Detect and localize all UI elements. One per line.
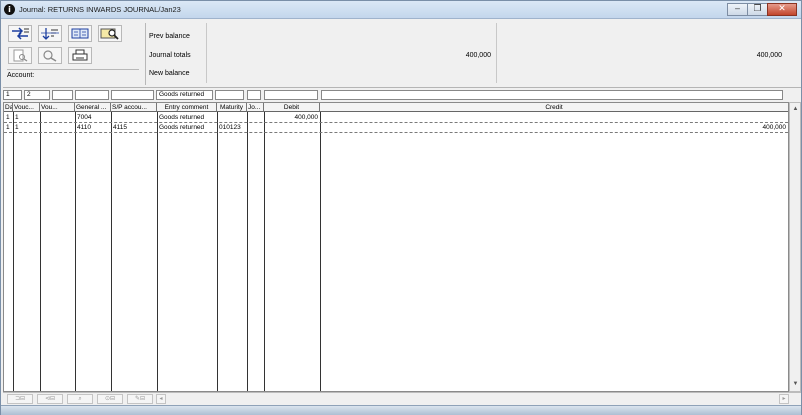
columns-button[interactable] [68,25,92,42]
journal-totals-debit: 400,000 [465,52,491,59]
scroll-up-icon[interactable]: ▲ [791,105,800,114]
column-divider [264,112,265,391]
find-document-icon [13,49,28,62]
cell-sp-account[interactable]: 4115 [111,123,157,132]
bottom-toolbar: ⊐⊟ ⊲⊟ ⌕ ⊙⊟ ✎⊟ ◂ ▸ [3,392,801,404]
account-label: Account: [7,72,35,79]
column-divider [111,112,112,391]
find-icon [43,50,57,62]
print-icon [72,49,88,61]
entry-sp-account-input[interactable] [111,90,154,100]
account-divider [7,69,139,70]
cell-day[interactable]: 1 [4,113,13,122]
column-header-debit[interactable]: Debit [264,103,320,112]
cell-voucher-type[interactable] [40,113,75,122]
sort-icon [41,28,59,40]
find-document-button[interactable] [8,47,32,64]
cell-general-account[interactable]: 7004 [75,113,111,122]
sort-button[interactable] [38,25,62,42]
column-header-maturity[interactable]: Maturity [217,103,247,112]
column-header-entry-comment[interactable]: Entry comment [157,103,217,112]
header-separator [3,87,801,88]
column-header-general-account[interactable]: General ... [75,103,111,112]
entry-credit-input[interactable] [321,90,783,100]
maximize-button[interactable]: ❐ [747,3,768,16]
journal-totals-credit: 400,000 [756,52,782,59]
summary-divider [145,23,146,85]
entry-jo-input[interactable] [247,90,261,100]
debit-summary-box [206,23,207,83]
row-separator [4,132,788,133]
cell-credit[interactable] [320,113,788,122]
entry-general-account-input[interactable] [75,90,109,100]
entry-maturity-input[interactable] [215,90,244,100]
transfer-button[interactable] [8,25,32,42]
entry-voucher-input[interactable]: 2 [24,90,50,100]
cell-debit[interactable]: 400,000 [264,113,320,122]
view-row-icon[interactable]: ⊙⊟ [97,394,123,404]
status-bar [1,405,801,415]
cell-voucher[interactable]: 1 [13,123,40,132]
journal-grid[interactable]: Day Vouc... Vou... General ... S/P accou… [3,102,789,392]
find-row-icon[interactable]: ⌕ [67,394,93,404]
window-controls: ‒ ❐ ✕ [727,3,797,17]
column-divider [75,112,76,391]
toolbar [8,25,142,69]
cell-entry-comment[interactable]: Goods returned [157,113,217,122]
find-button[interactable] [38,47,62,64]
delete-row-icon[interactable]: ⊲⊟ [37,394,63,404]
search-card-icon [100,28,119,40]
scroll-left-icon[interactable]: ◂ [156,394,166,404]
title-bar[interactable]: i Journal: RETURNS INWARDS JOURNAL/Jan23… [1,1,801,19]
column-header-voucher-type[interactable]: Vou... [40,103,75,112]
transfer-icon [12,27,29,40]
insert-row-icon[interactable]: ⊐⊟ [7,394,33,404]
scroll-right-icon[interactable]: ▸ [779,394,789,404]
prev-balance-label: Prev balance [149,33,190,40]
journal-window: i Journal: RETURNS INWARDS JOURNAL/Jan23… [0,0,802,415]
info-circle-icon[interactable]: i [4,4,15,15]
column-header-sp-account[interactable]: S/P accou... [111,103,157,112]
columns-icon [71,28,89,39]
scroll-down-icon[interactable]: ▼ [791,380,800,389]
column-header-jo[interactable]: Jo... [247,103,264,112]
column-divider [40,112,41,391]
edit-row-icon[interactable]: ✎⊟ [127,394,153,404]
entry-day-input[interactable]: 1 [3,90,22,100]
minimize-button[interactable]: ‒ [727,3,748,16]
cell-maturity[interactable]: 010123 [217,123,247,132]
print-button[interactable] [68,47,92,64]
column-header-credit[interactable]: Credit [320,103,788,112]
column-divider [157,112,158,391]
column-divider [13,112,14,391]
credit-summary-box [496,23,497,83]
journal-header: Account: Prev balance Journal totals New… [3,21,801,85]
cell-credit[interactable]: 400,000 [320,123,788,132]
journal-totals-label: Journal totals [149,52,191,59]
cell-voucher-type[interactable] [40,123,75,132]
entry-voucher-type-input[interactable] [52,90,73,100]
entry-comment-input[interactable]: Goods returned [156,90,213,100]
entry-debit-input[interactable] [264,90,318,100]
column-divider [320,112,321,391]
column-header-day[interactable]: Day [4,103,13,112]
vertical-scrollbar[interactable]: ▲ ▼ [789,102,801,392]
cell-day[interactable]: 1 [4,123,13,132]
cell-voucher[interactable]: 1 [13,113,40,122]
new-balance-label: New balance [149,70,190,77]
close-button[interactable]: ✕ [767,3,797,16]
cell-sp-account[interactable] [111,113,157,122]
cell-maturity[interactable] [217,113,247,122]
search-card-button[interactable] [98,25,122,42]
column-header-voucher[interactable]: Vouc... [13,103,40,112]
cell-jo[interactable] [247,113,264,122]
cell-general-account[interactable]: 4110 [75,123,111,132]
cell-debit[interactable] [264,123,320,132]
window-title: Journal: RETURNS INWARDS JOURNAL/Jan23 [19,5,181,14]
column-divider [247,112,248,391]
cell-jo[interactable] [247,123,264,132]
column-divider [217,112,218,391]
cell-entry-comment[interactable]: Goods returned [157,123,217,132]
